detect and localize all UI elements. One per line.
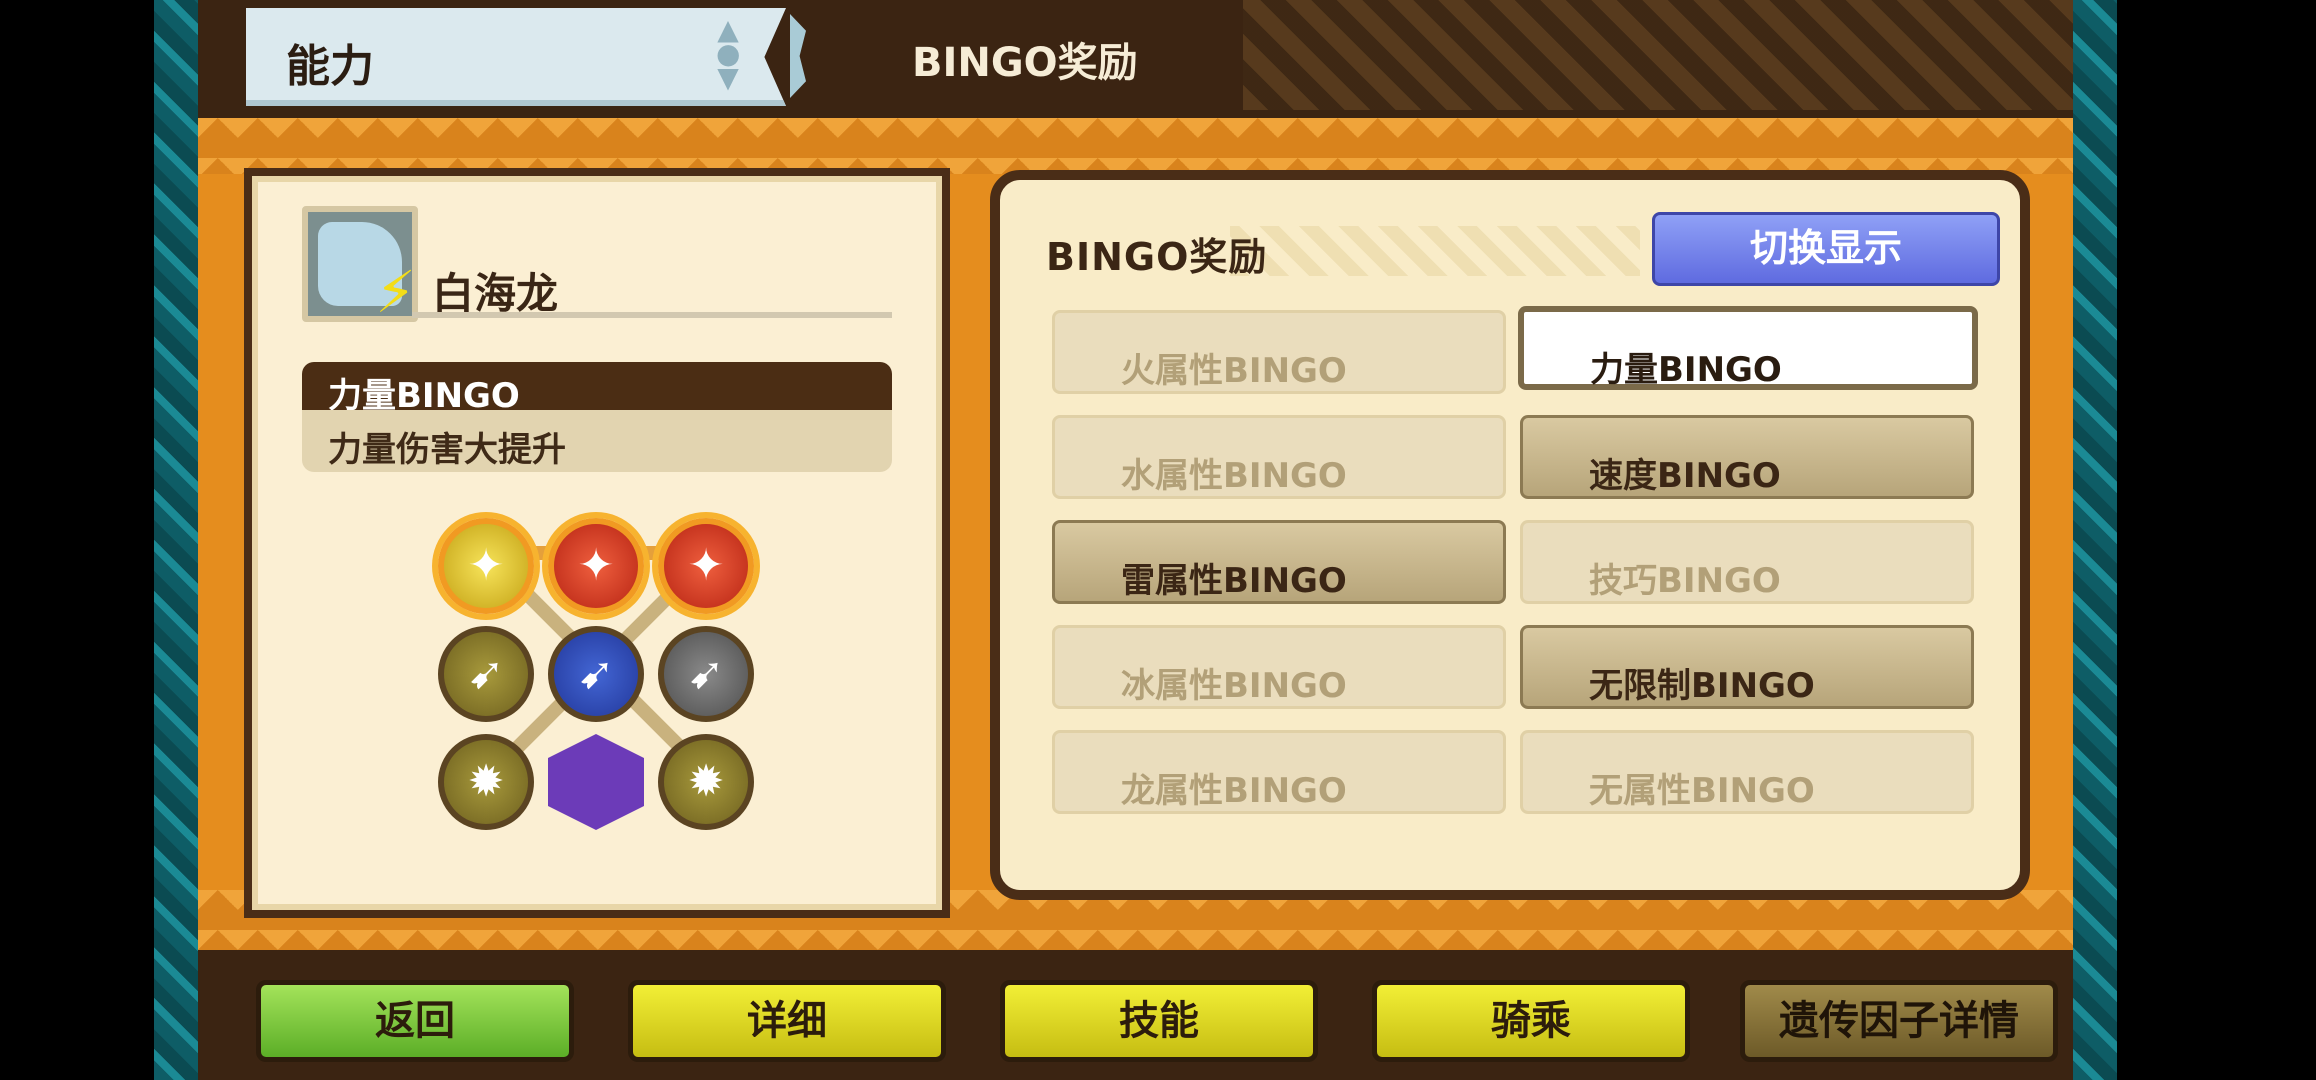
title-decoration — [1230, 226, 1640, 276]
power-icon: ✦ — [467, 540, 505, 591]
detail-button[interactable]: 详细 — [628, 980, 946, 1062]
switch-display-label: 切换显示 — [1749, 226, 1902, 270]
option-label: 速度BINGO — [1589, 456, 1781, 496]
ability-tab-label: 能力 — [286, 41, 374, 92]
option-skill-bingo[interactable]: 技巧BINGO — [1520, 520, 1974, 604]
name-underline — [412, 312, 892, 318]
option-thunder-bingo[interactable]: 雷属性BINGO — [1052, 520, 1506, 604]
grid-cell-burst-olive: ✹ — [438, 734, 534, 830]
option-ice-bingo[interactable]: 冰属性BINGO — [1052, 625, 1506, 709]
grid-cell-power-red: ✦ — [548, 518, 644, 614]
top-bar: 能力 ▲ ● ▼ BINGO奖励 — [198, 0, 2073, 118]
burst-icon: ✹ — [467, 756, 505, 807]
gene-detail-button[interactable]: 遗传因子详情 — [1740, 980, 2058, 1062]
section-label: BINGO奖励 — [912, 40, 1138, 86]
option-label: 龙属性BINGO — [1121, 771, 1347, 811]
left-border — [154, 0, 198, 1080]
monster-portrait: ⚡ — [302, 206, 418, 326]
run-icon: ➹ — [467, 648, 505, 699]
ride-button-label: 骑乘 — [1491, 998, 1571, 1044]
option-label: 冰属性BINGO — [1121, 666, 1347, 706]
up-down-arrow-icon[interactable]: ▲ ● ▼ — [716, 16, 740, 92]
top-zigzag-band — [198, 118, 2073, 174]
ability-tab[interactable]: 能力 ▲ ● ▼ — [246, 8, 786, 106]
top-bar-pattern — [1243, 0, 2073, 110]
option-label: 火属性BINGO — [1121, 351, 1347, 391]
power-icon: ✦ — [577, 540, 615, 591]
option-non-element-bingo[interactable]: 无属性BINGO — [1520, 730, 1974, 814]
option-label: 无属性BINGO — [1589, 771, 1815, 811]
skill-button[interactable]: 技能 — [1000, 980, 1318, 1062]
grid-cell-run-blue: ➹ — [548, 626, 644, 722]
option-speed-bingo[interactable]: 速度BINGO — [1520, 415, 1974, 499]
monster-panel: ⚡ 白海龙 力量BINGO 力量伤害大提升 ✦ ✦ ✦ ➹ ➹ ➹ ✹ ✹ — [244, 168, 950, 918]
lightning-icon: ⚡ — [375, 258, 416, 326]
gene-detail-button-label: 遗传因子详情 — [1779, 998, 2019, 1044]
option-label: 水属性BINGO — [1121, 456, 1347, 496]
game-screen: 能力 ▲ ● ▼ BINGO奖励 ⚡ 白海龙 力量BINGO 力量伤害大提升 ✦ ✦… — [154, 0, 2117, 1080]
option-label: 力量BINGO — [1590, 350, 1782, 390]
grid-cell-run-olive: ➹ — [438, 626, 534, 722]
option-fire-bingo[interactable]: 火属性BINGO — [1052, 310, 1506, 394]
option-label: 技巧BINGO — [1589, 561, 1781, 601]
option-label: 雷属性BINGO — [1121, 561, 1347, 601]
option-power-bingo[interactable]: 力量BINGO — [1518, 306, 1978, 390]
tab-flag — [790, 14, 806, 98]
back-button-label: 返回 — [375, 998, 455, 1044]
back-button[interactable]: 返回 — [256, 980, 574, 1062]
option-label: 无限制BINGO — [1589, 666, 1815, 706]
run-icon: ➹ — [687, 648, 725, 699]
grid-cell-hexagon — [548, 734, 644, 830]
switch-display-button[interactable]: 切换显示 — [1652, 212, 2000, 286]
option-water-bingo[interactable]: 水属性BINGO — [1052, 415, 1506, 499]
bingo-grid: ✦ ✦ ✦ ➹ ➹ ➹ ✹ ✹ — [438, 518, 758, 838]
grid-cell-burst-olive: ✹ — [658, 734, 754, 830]
grid-cell-power-red: ✦ — [658, 518, 754, 614]
run-icon: ➹ — [577, 648, 615, 699]
ride-button[interactable]: 骑乘 — [1372, 980, 1690, 1062]
right-border — [2073, 0, 2117, 1080]
hexagon-icon — [548, 734, 644, 830]
grid-cell-run-gray: ➹ — [658, 626, 754, 722]
bingo-description: 力量伤害大提升 — [328, 430, 566, 470]
option-unlimited-bingo[interactable]: 无限制BINGO — [1520, 625, 1974, 709]
detail-button-label: 详细 — [747, 998, 827, 1044]
power-icon: ✦ — [687, 540, 725, 591]
option-dragon-bingo[interactable]: 龙属性BINGO — [1052, 730, 1506, 814]
grid-cell-power-yellow: ✦ — [438, 518, 534, 614]
burst-icon: ✹ — [687, 756, 725, 807]
bingo-title-bar: 力量BINGO — [302, 362, 892, 416]
skill-button-label: 技能 — [1119, 998, 1199, 1044]
bingo-rewards-panel: BINGO奖励 切换显示 火属性BINGO 水属性BINGO 雷属性BINGO … — [990, 170, 2030, 900]
bingo-description-box: 力量伤害大提升 — [302, 410, 892, 472]
rewards-title: BINGO奖励 — [1046, 235, 1268, 279]
